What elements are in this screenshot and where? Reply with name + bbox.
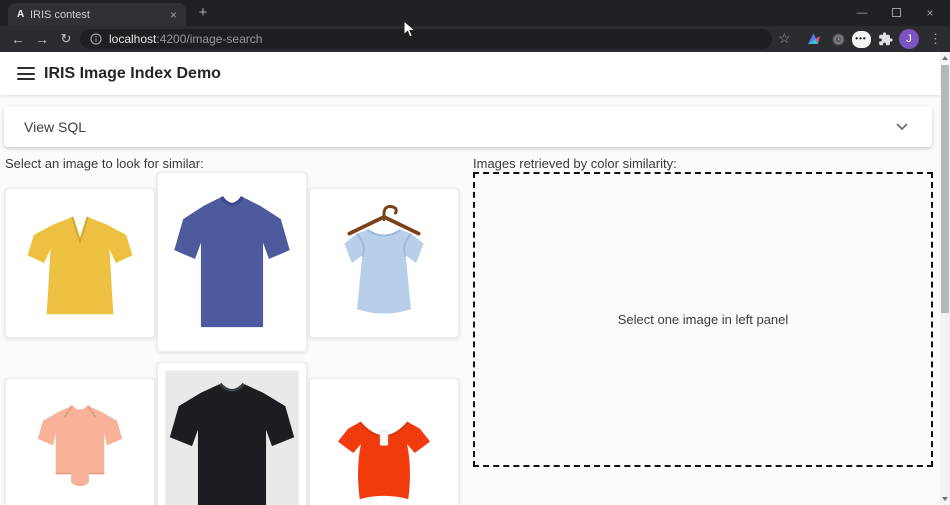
reload-button[interactable]: ↻ [57,31,75,47]
view-sql-label: View SQL [24,119,896,135]
product-card-lightblue-blouse[interactable] [309,188,459,338]
page-title: IRIS Image Index Demo [44,65,221,83]
page-info-icon[interactable] [90,33,102,45]
new-tab-button[interactable]: + [194,4,212,22]
results-drop-area: Select one image in left panel [473,172,933,467]
scrollbar-up-arrow[interactable] [942,56,948,60]
tab-favicon-icon: A [17,9,30,20]
product-card-black-tshirt[interactable] [157,362,307,505]
window-maximize-button[interactable] [880,0,912,26]
bookmark-star-icon[interactable]: ☆ [778,30,791,47]
scrollbar-down-arrow[interactable] [942,497,948,501]
profile-avatar[interactable]: J [899,29,919,49]
address-bar[interactable]: localhost:4200/image-search [80,29,772,49]
url-host: localhost [109,32,156,46]
dots-pill: ••• [852,31,871,48]
tab-close-icon[interactable]: × [170,9,177,21]
maximize-icon [892,8,901,17]
product-image-black-tshirt [158,363,306,505]
scrollbar-thumb[interactable] [941,65,949,313]
browser-titlebar: A IRIS contest × + — × [0,0,950,26]
tab-title: IRIS contest [30,9,170,21]
extension-colorful-icon[interactable] [804,30,824,48]
product-image-peach-onesie [16,389,144,505]
product-image-blue-tshirt [158,173,306,351]
url-text: localhost:4200/image-search [109,32,262,46]
product-card-peach-onesie[interactable] [5,378,155,505]
view-sql-expansion-panel[interactable]: View SQL [4,107,932,147]
extension-more-dots-icon[interactable]: ••• [851,30,871,48]
back-button[interactable]: ← [9,31,27,47]
extensions-puzzle-icon[interactable] [875,30,895,48]
app-page: IRIS Image Index Demo View SQL Select an… [0,52,940,505]
product-card-yellow-vneck-top[interactable] [5,188,155,338]
results-empty-message: Select one image in left panel [618,312,789,327]
forward-button[interactable]: → [33,31,51,47]
page-scrollbar[interactable] [940,52,950,505]
window-close-button[interactable]: × [914,0,946,26]
browser-menu-icon[interactable]: ⋮ [929,30,942,48]
product-card-blue-tshirt[interactable] [157,172,307,352]
right-panel-label: Images retrieved by color similarity: [473,156,677,171]
browser-window: A IRIS contest × + — × ← → ↻ localhost:4… [0,0,950,505]
product-image-orange-crop-top [320,389,448,505]
window-minimize-button[interactable]: — [846,0,878,26]
url-path: :4200/image-search [156,32,262,46]
chevron-down-icon[interactable] [896,123,908,131]
product-card-orange-crop-top[interactable] [309,378,459,505]
left-panel-label: Select an image to look for similar: [5,156,204,171]
browser-toolbar: ← → ↻ localhost:4200/image-search ☆ [0,26,950,52]
product-image-lightblue-blouse [320,199,448,327]
extension-clock-icon[interactable] [828,30,848,48]
browser-tab[interactable]: A IRIS contest × [8,3,186,26]
app-header: IRIS Image Index Demo [0,52,940,95]
hamburger-menu-icon[interactable] [17,67,35,80]
product-image-yellow-vneck-top [16,199,144,327]
mouse-cursor [403,20,416,44]
